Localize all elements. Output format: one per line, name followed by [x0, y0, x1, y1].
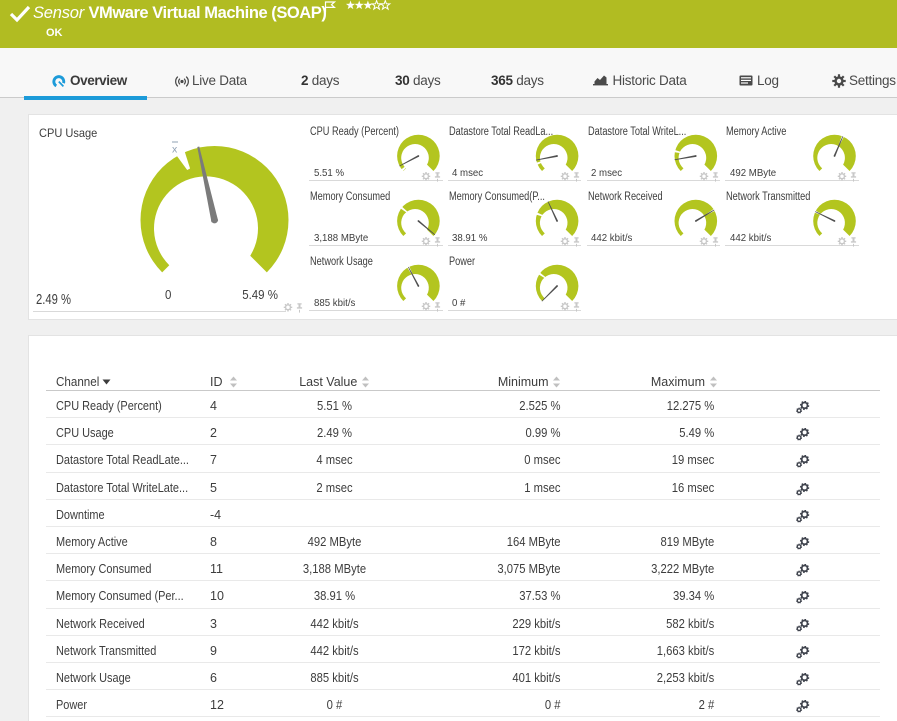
svg-text:x: x [172, 144, 178, 156]
